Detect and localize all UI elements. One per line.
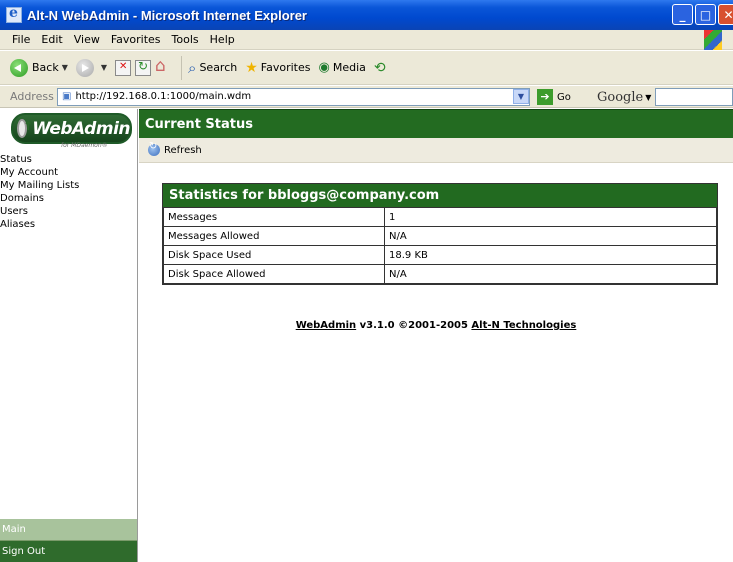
address-label: Address <box>10 90 54 103</box>
table-row: Disk Space Used 18.9 KB <box>163 245 717 265</box>
windows-logo-icon <box>704 30 722 50</box>
menu-tools[interactable]: Tools <box>172 33 199 46</box>
refresh-icon[interactable] <box>135 59 152 76</box>
sidebar-item-domains[interactable]: Domains <box>0 192 137 205</box>
sidebar-item-aliases[interactable]: Aliases <box>0 218 137 231</box>
go-arrow-icon: ➔ <box>537 89 553 105</box>
chevron-down-icon[interactable]: ▼ <box>645 93 651 102</box>
statistics-panel: Statistics for bbloggs@company.com Messa… <box>162 183 718 285</box>
stat-value: 1 <box>384 207 717 227</box>
address-dropdown-icon[interactable]: ▼ <box>513 89 529 104</box>
sign-out-button[interactable]: Sign Out <box>0 541 137 562</box>
stat-label: Disk Space Allowed <box>163 264 385 284</box>
sidebar: WebAdmin for MDaemon® Status My Account … <box>0 109 138 562</box>
chevron-down-icon[interactable]: ▼ <box>101 63 107 72</box>
page-icon <box>62 91 75 102</box>
table-row: Messages Allowed N/A <box>163 226 717 246</box>
back-button[interactable]: Back ▼ <box>10 58 68 77</box>
sidebar-item-status[interactable]: Status <box>0 153 137 166</box>
go-button[interactable]: ➔ Go <box>537 89 571 105</box>
google-logo[interactable]: Google <box>597 90 643 105</box>
sidebar-item-users[interactable]: Users <box>0 205 137 218</box>
toolbar-divider <box>181 55 183 80</box>
search-label: Search <box>199 61 238 74</box>
media-button[interactable]: Media <box>319 60 366 75</box>
page-footer: WebAdmin v3.1.0 ©2001-2005 Alt-N Technol… <box>139 320 733 331</box>
table-row: Messages 1 <box>163 207 717 227</box>
menu-help[interactable]: Help <box>210 33 235 46</box>
sidebar-item-my-account[interactable]: My Account <box>0 166 137 179</box>
refresh-icon <box>148 141 160 156</box>
logo-arrow-icon <box>17 119 33 138</box>
window-controls: _ □ ✕ <box>672 4 733 25</box>
stat-value: 18.9 KB <box>384 245 717 265</box>
chevron-down-icon[interactable]: ▼ <box>62 63 68 72</box>
footer-version-text: v3.1.0 ©2001-2005 <box>356 320 472 331</box>
close-button[interactable]: ✕ <box>718 4 733 25</box>
stat-label: Messages <box>163 207 385 227</box>
webadmin-logo: WebAdmin for MDaemon® <box>0 109 137 151</box>
back-label: Back <box>32 61 59 74</box>
webadmin-link[interactable]: WebAdmin <box>296 320 356 331</box>
logo-subtitle: for MDaemon® <box>61 142 108 149</box>
forward-arrow-icon <box>75 58 94 77</box>
address-input[interactable]: http://192.168.0.1:1000/main.wdm <box>57 88 530 106</box>
google-toolbar: Google ▼ <box>597 88 733 106</box>
address-url: http://192.168.0.1:1000/main.wdm <box>75 91 252 102</box>
stop-icon[interactable] <box>115 59 132 76</box>
window-title: Alt-N WebAdmin - Microsoft Internet Expl… <box>27 7 307 23</box>
history-icon[interactable]: ⟲ <box>374 60 386 76</box>
stat-value: N/A <box>384 226 717 246</box>
statistics-title: Statistics for bbloggs@company.com <box>163 184 717 207</box>
forward-button[interactable]: ▼ <box>75 58 107 77</box>
refresh-link[interactable]: Refresh <box>164 145 202 156</box>
favorites-label: Favorites <box>260 61 311 74</box>
home-icon[interactable] <box>155 56 171 76</box>
sidebar-nav: Status My Account My Mailing Lists Domai… <box>0 153 137 231</box>
menu-file[interactable]: File <box>12 33 30 46</box>
go-label: Go <box>557 91 571 103</box>
stat-label: Messages Allowed <box>163 226 385 246</box>
stat-label: Disk Space Used <box>163 245 385 265</box>
google-search-input[interactable] <box>655 88 733 106</box>
content-toolbar: Refresh <box>139 138 733 163</box>
address-bar: Address http://192.168.0.1:1000/main.wdm… <box>0 86 733 108</box>
browser-toolbar: Back ▼ ▼ Search Favorites Media ⟲ <box>0 51 733 85</box>
ie-app-icon <box>6 5 22 23</box>
statistics-table: Messages 1 Messages Allowed N/A Disk Spa… <box>163 207 717 284</box>
menu-bar: File Edit View Favorites Tools Help <box>0 30 733 50</box>
minimize-button[interactable]: _ <box>672 4 693 25</box>
menu-view[interactable]: View <box>74 33 100 46</box>
logo-pill: WebAdmin <box>11 113 132 144</box>
logo-text: WebAdmin <box>32 118 130 139</box>
search-button[interactable]: Search <box>188 59 237 77</box>
stat-value: N/A <box>384 264 717 284</box>
media-label: Media <box>332 61 366 74</box>
back-arrow-icon <box>10 58 28 77</box>
menu-favorites[interactable]: Favorites <box>111 33 161 46</box>
page-title: Current Status <box>139 109 733 138</box>
maximize-button[interactable]: □ <box>695 4 716 25</box>
favorites-button[interactable]: Favorites <box>245 60 311 76</box>
table-row: Disk Space Allowed N/A <box>163 264 717 284</box>
sidebar-main-button[interactable]: Main <box>0 519 137 541</box>
sidebar-item-my-mailing-lists[interactable]: My Mailing Lists <box>0 179 137 192</box>
menu-edit[interactable]: Edit <box>41 33 62 46</box>
alt-n-link[interactable]: Alt-N Technologies <box>471 320 576 331</box>
window-title-bar: Alt-N WebAdmin - Microsoft Internet Expl… <box>0 0 733 30</box>
